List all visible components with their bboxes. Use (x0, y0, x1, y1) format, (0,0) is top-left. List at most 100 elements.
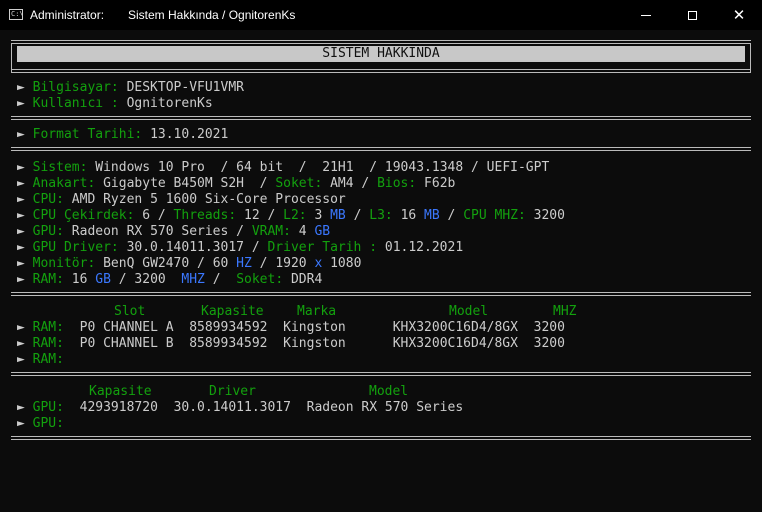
format-line: ► Format Tarihi: 13.10.2021 (17, 127, 228, 143)
close-icon: ✕ (732, 6, 746, 24)
field-label: Bios: (377, 176, 417, 191)
console-app-icon[interactable]: C:\ (9, 9, 24, 20)
field-value: 64 bit (236, 160, 284, 175)
field-value: Radeon RX 570 Series (306, 400, 464, 415)
ram-header-slot: Slot (114, 304, 146, 319)
field-value: Gigabyte B450M S2H (103, 176, 244, 191)
arrow-icon: ► (17, 352, 25, 367)
maximize-button[interactable] (669, 0, 715, 30)
field-label: GPU: (32, 400, 64, 415)
computer-line: ► Bilgisayar: DESKTOP-VFU1VMR (17, 80, 244, 96)
field-value: / (298, 160, 307, 175)
field-value: P0 CHANNEL B (79, 336, 174, 351)
arrow-icon: ► (17, 320, 25, 335)
frame-separator (11, 116, 751, 120)
arrow-icon: ► (17, 272, 25, 287)
field-label: Soket: (275, 176, 323, 191)
field-label: Kullanıcı : (32, 96, 119, 111)
field-value: / (471, 160, 479, 175)
arrow-icon: ► (17, 400, 25, 415)
field-value: 60 (212, 256, 229, 271)
field-value: 8589934592 (189, 336, 268, 351)
field-label: RAM: (32, 352, 64, 367)
field-label: CPU Çekirdek: (32, 208, 135, 223)
motherboard-line: ► Anakart: Gigabyte B450M S2H / Soket: A… (17, 176, 455, 192)
ram-header-capacity: Kapasite (201, 304, 264, 319)
field-label: RAM: (32, 320, 64, 335)
field-label: GPU Driver: (32, 240, 119, 255)
unit-label: MB (330, 208, 346, 223)
field-value: F62b (424, 176, 456, 191)
field-value: / (369, 160, 378, 175)
field-label: Driver Tarih : (267, 240, 378, 255)
field-label: CPU: (32, 192, 64, 207)
field-label: GPU: (32, 224, 64, 239)
field-value: 21H1 (322, 160, 354, 175)
monitor-line: ► Monitör: BenQ GW2470 / 60 HZ / 1920 x … (17, 256, 361, 272)
cpu-core-line: ► CPU Çekirdek: 6 / Threads: 12 / L2: 3 … (17, 208, 565, 224)
arrow-icon: ► (17, 96, 25, 111)
frame-separator (11, 292, 751, 296)
field-label: RAM: (32, 272, 64, 287)
cpu-line: ► CPU: AMD Ryzen 5 1600 Six-Core Process… (17, 192, 346, 208)
field-value: Kingston (283, 336, 346, 351)
field-value: 16 (400, 208, 417, 223)
title-bar[interactable]: C:\ Administrator: Sistem Hakkında / Ogn… (0, 0, 762, 30)
field-value: 1080 (330, 256, 362, 271)
field-value: / (212, 272, 221, 287)
arrow-icon: ► (17, 127, 25, 142)
ram-header-model: Model (449, 304, 489, 319)
console-area[interactable]: SİSTEM HAKKINDA ► Bilgisayar: DESKTOP-VF… (0, 30, 762, 512)
field-label: L2: (283, 208, 307, 223)
table-row: ► GPU: (17, 416, 64, 432)
table-row: ► RAM: (17, 352, 64, 368)
field-value: UEFI-GPT (486, 160, 550, 175)
frame-bottom (11, 436, 751, 440)
ram-header-mhz: MHZ (553, 304, 577, 319)
unit-label: GB (95, 272, 111, 287)
minimize-icon (641, 14, 651, 16)
field-label: Threads: (173, 208, 237, 223)
arrow-icon: ► (17, 416, 25, 431)
field-label: Bilgisayar: (32, 80, 119, 95)
gpu-header-model: Model (369, 384, 409, 399)
field-value: 3200 (533, 336, 565, 351)
os-line: ► Sistem: Windows 10 Pro / 64 bit / 21H1… (17, 160, 549, 176)
frame-separator (11, 147, 751, 151)
field-value: 1920 (275, 256, 307, 271)
field-value: / (353, 208, 362, 223)
field-value: / (220, 160, 229, 175)
field-value: AM4 (330, 176, 354, 191)
field-value: 30.0.14011.3017 (173, 400, 291, 415)
field-value: / (157, 208, 166, 223)
field-value: 16 (71, 272, 88, 287)
gpu-driver-line: ► GPU Driver: 30.0.14011.3017 / Driver T… (17, 240, 463, 256)
frame-separator (11, 69, 751, 73)
field-value: / (267, 208, 276, 223)
field-label: Format Tarihi: (32, 127, 143, 142)
field-label: Soket: (236, 272, 284, 287)
format-date: 13.10.2021 (150, 127, 229, 142)
field-value: BenQ GW2470 (103, 256, 190, 271)
field-value: 3200 (134, 272, 166, 287)
field-value: Radeon RX 570 Series (71, 224, 229, 239)
user-name: OgnitorenKs (126, 96, 213, 111)
minimize-button[interactable] (623, 0, 669, 30)
window-title: Sistem Hakkında / OgnitorenKs (128, 8, 296, 22)
arrow-icon: ► (17, 192, 25, 207)
field-label: VRAM: (251, 224, 291, 239)
field-value: 30.0.14011.3017 (126, 240, 244, 255)
field-value: 3200 (533, 208, 565, 223)
table-row: ► RAM: P0 CHANNEL B 8589934592 Kingston … (17, 336, 565, 352)
arrow-icon: ► (17, 240, 25, 255)
gpu-header-capacity: Kapasite (89, 384, 152, 399)
close-button[interactable]: ✕ (716, 0, 762, 30)
computer-name: DESKTOP-VFU1VMR (126, 80, 244, 95)
field-value: 3 (314, 208, 323, 223)
unit-label: MB (424, 208, 440, 223)
field-value: KHX3200C16D4/8GX (392, 320, 518, 335)
table-row: ► GPU: 4293918720 30.0.14011.3017 Radeon… (17, 400, 463, 416)
unit-label: HZ (236, 256, 252, 271)
field-label: CPU MHZ: (463, 208, 526, 223)
field-value: 6 (142, 208, 151, 223)
